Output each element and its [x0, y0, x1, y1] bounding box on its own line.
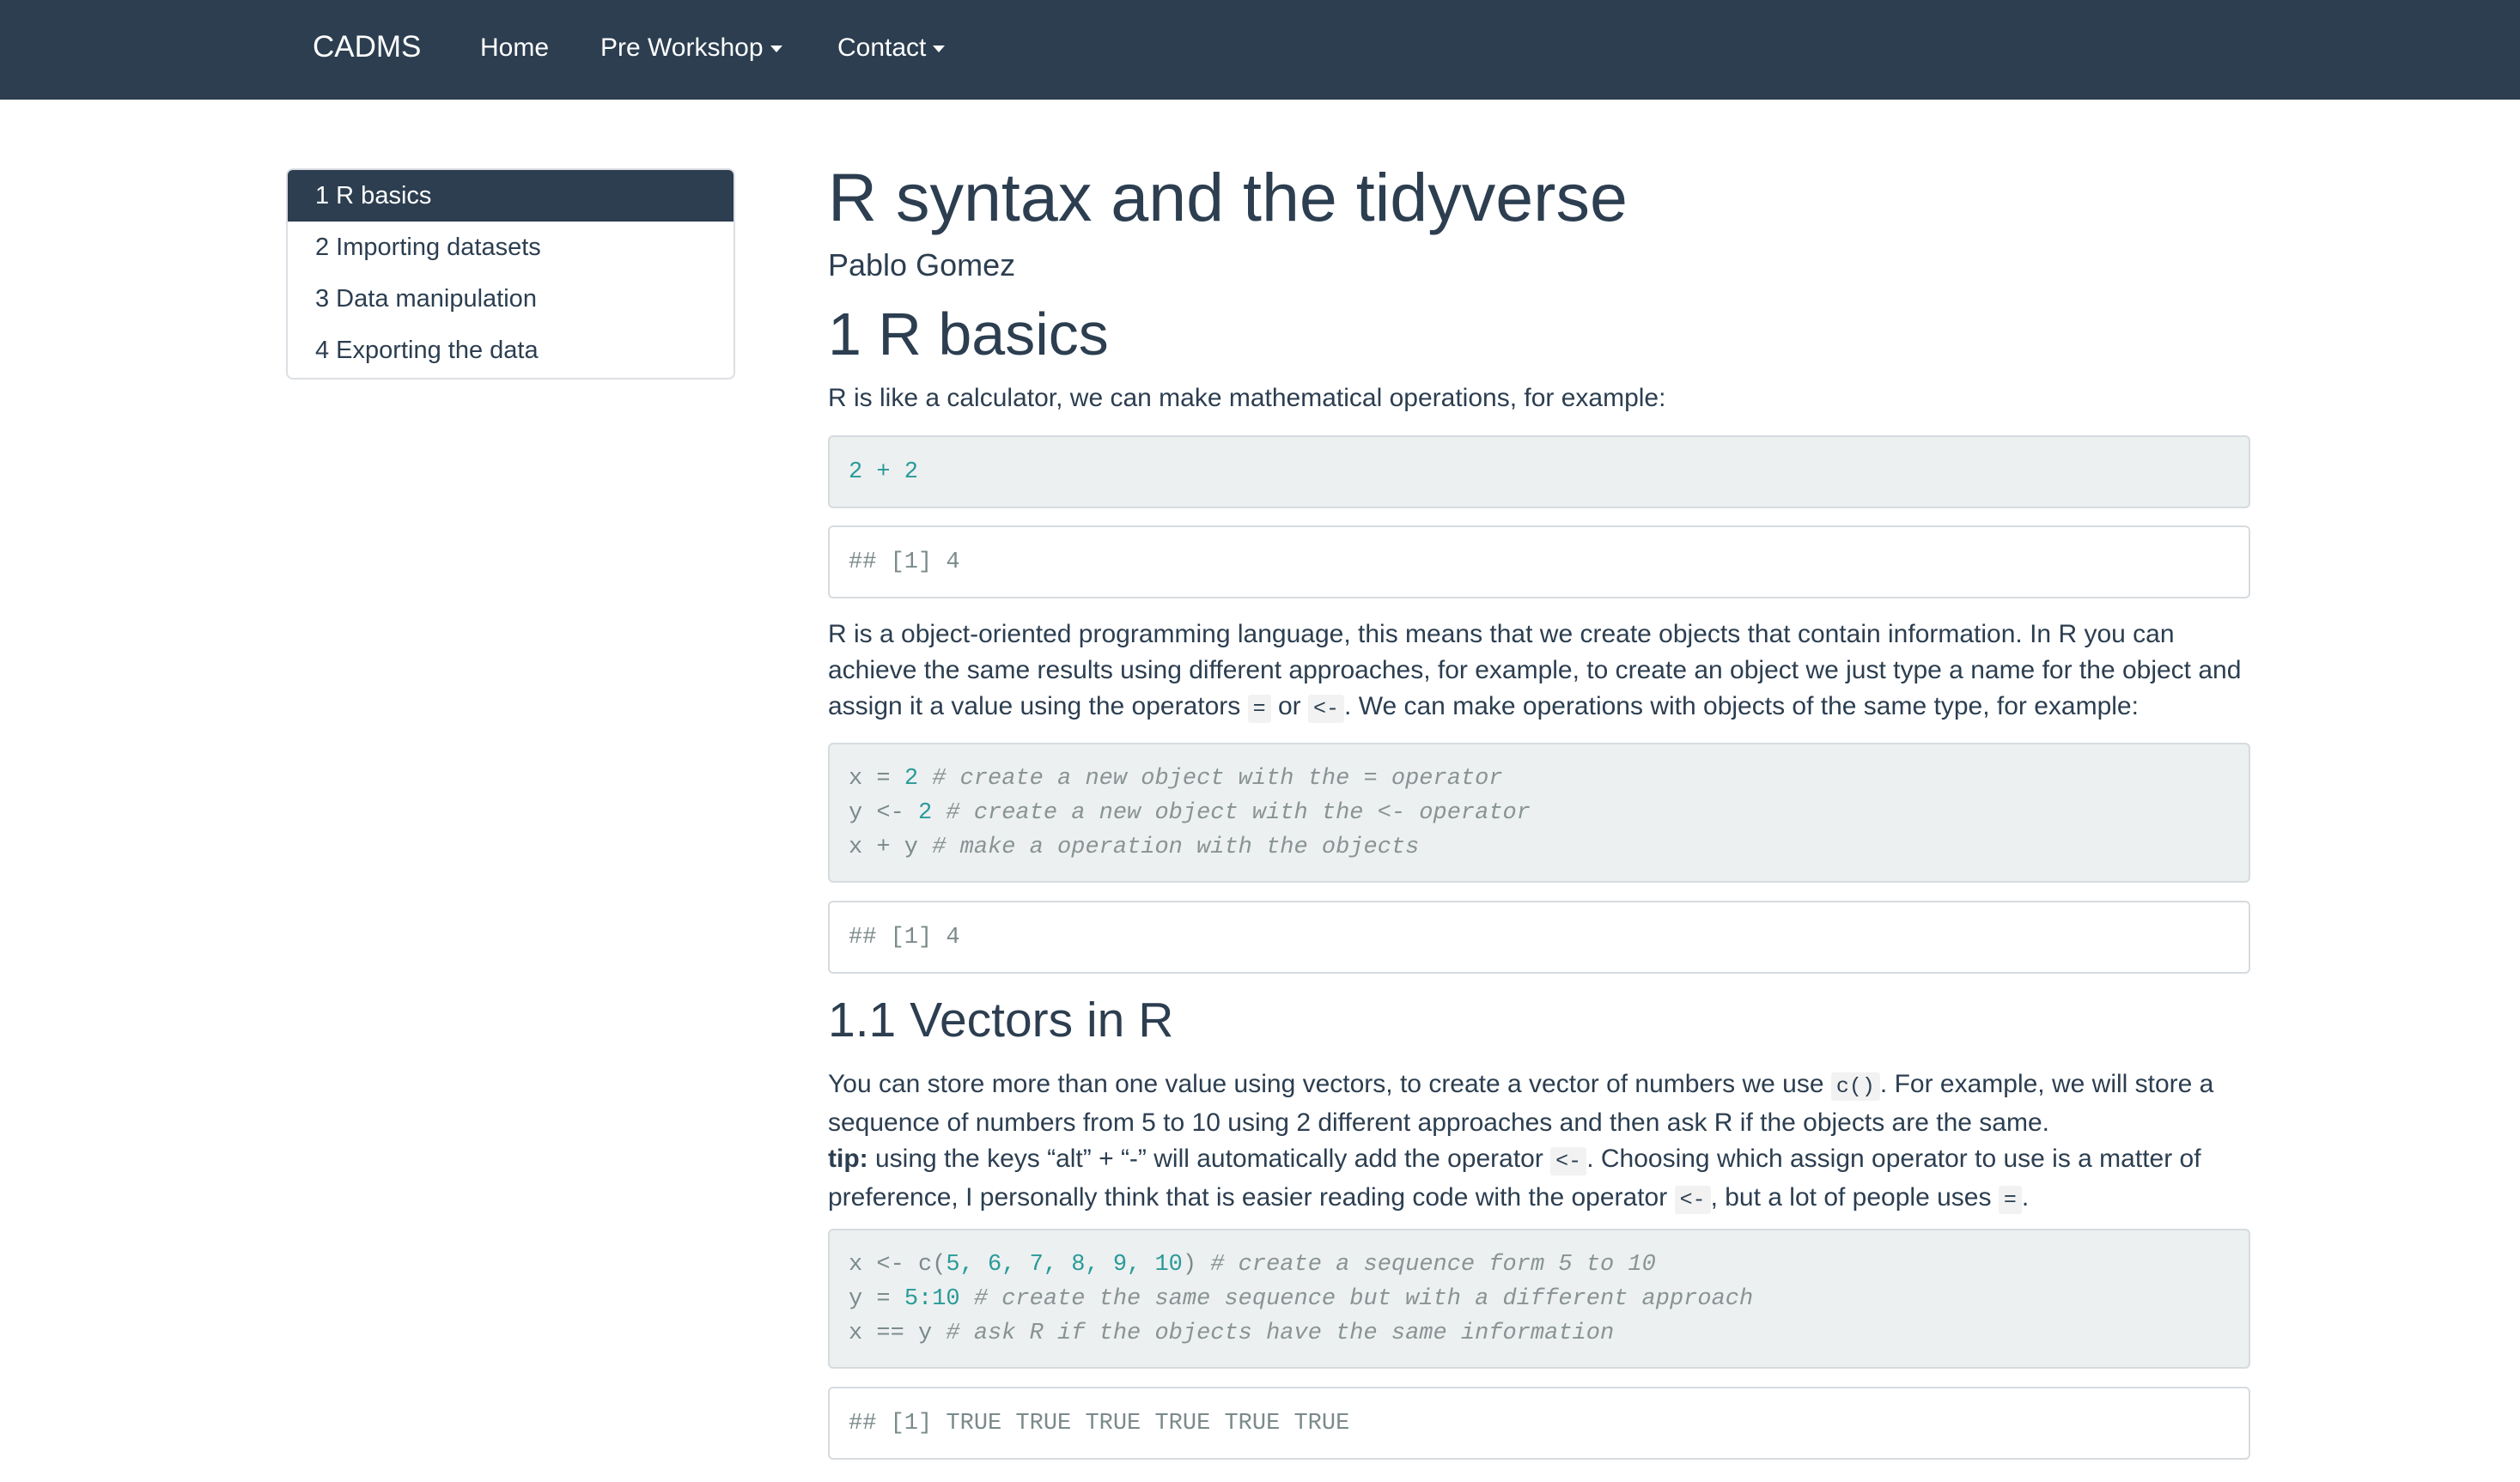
code-text: y = — [849, 1286, 904, 1312]
code-comment: # create a new object with the = operato… — [918, 766, 1503, 792]
paragraph-text: You can store more than one value using … — [828, 1070, 1831, 1098]
code-number: 2 — [918, 800, 933, 826]
code-line: x == y # ask R if the objects have the s… — [849, 1316, 2230, 1351]
code-text: x + y — [849, 835, 919, 860]
code-comment: # make a operation with the objects — [918, 835, 1420, 860]
output-block-1[interactable]: ## [1] 4 — [828, 525, 2250, 598]
nav-pre-workshop-label: Pre Workshop — [600, 33, 764, 62]
toc-item-exporting-data[interactable]: 4 Exporting the data — [288, 325, 733, 376]
top-navbar: CADMS Home Pre Workshop Contact — [0, 0, 2520, 100]
code-text: ) — [1182, 1252, 1197, 1278]
brand-link[interactable]: CADMS — [313, 28, 421, 66]
caret-down-icon — [933, 46, 946, 53]
paragraph-text: using the keys “alt” + “-” will automati… — [867, 1145, 1551, 1173]
code-text: x = — [849, 766, 904, 792]
author-name: Pablo Gomez — [828, 247, 1016, 282]
caret-down-icon — [770, 46, 782, 53]
inline-code-arrow: <- — [1674, 1186, 1711, 1214]
code-number: 2 — [904, 766, 919, 792]
paragraph-text: , but a lot of people uses — [1710, 1183, 1999, 1212]
nav-contact-dropdown[interactable]: Contact — [837, 32, 946, 64]
toc-item-data-manipulation[interactable]: 3 Data manipulation — [288, 273, 733, 325]
code-line: x + y # make a operation with the object… — [849, 830, 2230, 865]
nav-pre-workshop-dropdown[interactable]: Pre Workshop — [600, 32, 782, 64]
code-text: 2 + 2 — [849, 459, 919, 485]
code-comment: # create the same sequence but with a di… — [959, 1286, 1754, 1312]
tip-label: tip: — [828, 1145, 868, 1173]
code-line: x <- c(5, 6, 7, 8, 9, 10) # create a seq… — [849, 1248, 2230, 1282]
inline-code-equals: = — [1247, 695, 1271, 723]
paragraph-objects: R is a object-oriented programming langu… — [828, 616, 2254, 727]
paragraph-text: . We can make operations with objects of… — [1344, 692, 2139, 720]
code-line: y <- 2 # create a new object with the <-… — [849, 796, 2230, 830]
section-heading-vectors: 1.1 Vectors in R — [828, 993, 1174, 1048]
output-line: ## [1] TRUE TRUE TRUE TRUE TRUE TRUE — [849, 1411, 1350, 1436]
code-number: 5:10 — [904, 1286, 960, 1312]
inline-code-arrow: <- — [1308, 695, 1345, 723]
code-text: x <- c( — [849, 1252, 947, 1278]
inline-code-equals: = — [1998, 1186, 2022, 1214]
inline-code-c: c() — [1830, 1072, 1880, 1101]
output-block-2[interactable]: ## [1] 4 — [828, 901, 2250, 974]
nav-contact-label: Contact — [837, 33, 927, 62]
code-block-3[interactable]: x <- c(5, 6, 7, 8, 9, 10) # create a seq… — [828, 1229, 2250, 1369]
nav-home-label: Home — [480, 33, 550, 62]
code-comment: # create a sequence form 5 to 10 — [1196, 1252, 1656, 1278]
table-of-contents: 1 R basics 2 Importing datasets 3 Data m… — [286, 168, 735, 380]
output-block-3[interactable]: ## [1] TRUE TRUE TRUE TRUE TRUE TRUE — [828, 1387, 2250, 1460]
output-line: ## [1] 4 — [849, 925, 960, 951]
code-comment: # create a new object with the <- operat… — [932, 800, 1531, 826]
toc-item-r-basics[interactable]: 1 R basics — [288, 170, 733, 222]
code-line: 2 + 2 — [849, 455, 2230, 489]
code-text: x == y — [849, 1321, 933, 1346]
code-comment: # ask R if the objects have the same inf… — [932, 1321, 1615, 1346]
code-block-1[interactable]: 2 + 2 — [828, 435, 2250, 508]
output-line: ## [1] 4 — [849, 550, 960, 575]
page-title: R syntax and the tidyverse — [828, 159, 1628, 235]
paragraph-vectors: You can store more than one value using … — [828, 1066, 2254, 1218]
code-line: x = 2 # create a new object with the = o… — [849, 762, 2230, 796]
nav-home[interactable]: Home — [480, 32, 549, 64]
code-text: y <- — [849, 800, 919, 826]
code-line: y = 5:10 # create the same sequence but … — [849, 1282, 2230, 1316]
toc-item-importing-datasets[interactable]: 2 Importing datasets — [288, 222, 733, 273]
code-block-2[interactable]: x = 2 # create a new object with the = o… — [828, 743, 2250, 883]
paragraph-text: or — [1270, 692, 1309, 720]
code-number: 5, 6, 7, 8, 9, 10 — [946, 1252, 1183, 1278]
paragraph-intro: R is like a calculator, we can make math… — [828, 384, 1666, 412]
paragraph-text: . — [2021, 1183, 2030, 1212]
inline-code-arrow: <- — [1550, 1147, 1587, 1175]
section-heading-r-basics: 1 R basics — [828, 301, 1109, 367]
